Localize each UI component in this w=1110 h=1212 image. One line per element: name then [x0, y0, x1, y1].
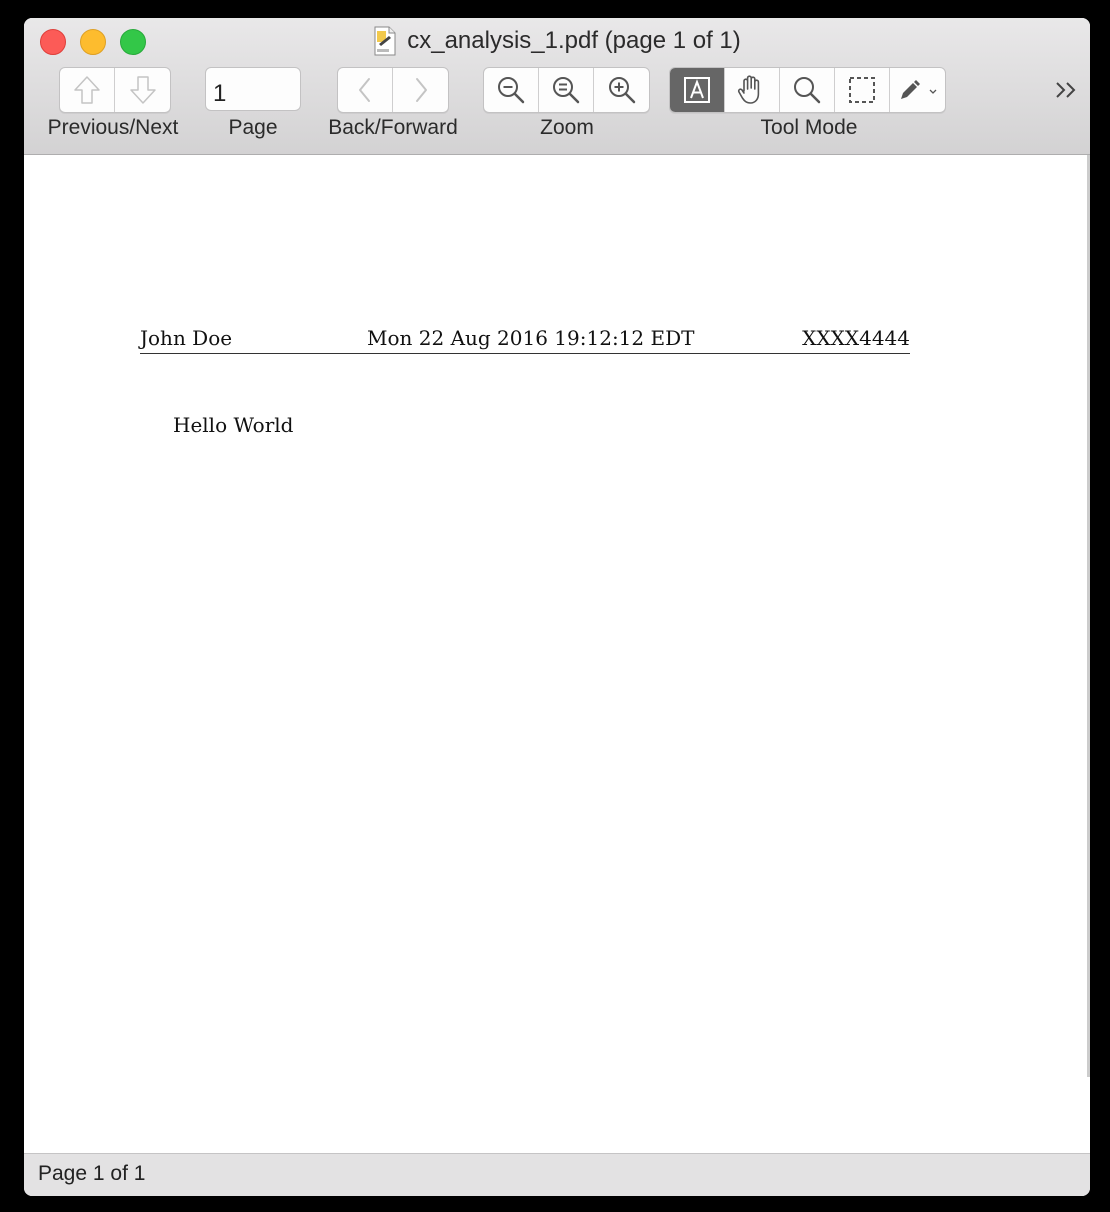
toolbar: cx_analysis_1.pdf (page 1 of 1) Previous…	[24, 18, 1090, 155]
chevron-down-icon	[929, 89, 936, 94]
zoom-control	[483, 67, 650, 113]
page-label: Page	[228, 116, 278, 139]
page-number-field[interactable]: 1	[205, 67, 301, 111]
zoom-in-button[interactable]	[594, 68, 649, 112]
annotate-tool-button[interactable]	[890, 68, 945, 112]
pen-icon	[900, 80, 920, 99]
header-id: XXXX4444	[802, 326, 910, 350]
document-body-text: Hello World	[173, 413, 294, 437]
text-select-icon	[684, 77, 710, 103]
status-bar: Page 1 of 1	[24, 1153, 1090, 1196]
tool-mode-control	[669, 67, 946, 113]
magnify-tool-button[interactable]	[780, 68, 835, 112]
preview-window: cx_analysis_1.pdf (page 1 of 1) Previous…	[24, 18, 1090, 1196]
text-tool-button[interactable]	[670, 68, 725, 112]
marquee-icon	[849, 77, 875, 103]
chevron-right-icon	[415, 78, 427, 102]
back-forward-control	[337, 67, 449, 113]
previous-next-control	[59, 67, 171, 113]
document-header: John Doe Mon 22 Aug 2016 19:12:12 EDT XX…	[140, 326, 910, 354]
actual-size-button[interactable]	[539, 68, 594, 112]
arrow-down-icon	[129, 76, 156, 104]
toolbar-overflow-button[interactable]	[1052, 78, 1082, 102]
header-name: John Doe	[140, 326, 233, 350]
select-tool-button[interactable]	[835, 68, 890, 112]
zoom-in-icon	[608, 77, 635, 104]
previous-page-button[interactable]	[60, 68, 115, 112]
zoom-out-button[interactable]	[484, 68, 539, 112]
hand-icon	[737, 75, 760, 104]
move-tool-button[interactable]	[725, 68, 780, 112]
zoom-label: Zoom	[540, 116, 594, 139]
double-chevron-right-icon	[1056, 82, 1076, 98]
tool-mode-label: Tool Mode	[760, 116, 858, 139]
back-forward-label: Back/Forward	[328, 116, 458, 139]
window-title: cx_analysis_1.pdf (page 1 of 1)	[407, 27, 741, 54]
next-page-button[interactable]	[115, 68, 170, 112]
pdf-document-icon	[374, 26, 396, 56]
chevron-left-icon	[359, 78, 370, 102]
document-view[interactable]: John Doe Mon 22 Aug 2016 19:12:12 EDT XX…	[24, 155, 1090, 1153]
vertical-scrollbar[interactable]	[1087, 155, 1090, 1077]
previous-next-label: Previous/Next	[47, 116, 179, 139]
magnifier-icon	[794, 77, 821, 104]
zoom-actual-icon	[553, 77, 580, 104]
forward-button[interactable]	[393, 68, 448, 112]
zoom-out-icon	[498, 77, 525, 104]
arrow-up-icon	[74, 76, 100, 104]
title-area: cx_analysis_1.pdf (page 1 of 1)	[24, 24, 1090, 58]
page-status: Page 1 of 1	[38, 1162, 146, 1185]
back-button[interactable]	[338, 68, 393, 112]
header-date: Mon 22 Aug 2016 19:12:12 EDT	[367, 326, 695, 350]
